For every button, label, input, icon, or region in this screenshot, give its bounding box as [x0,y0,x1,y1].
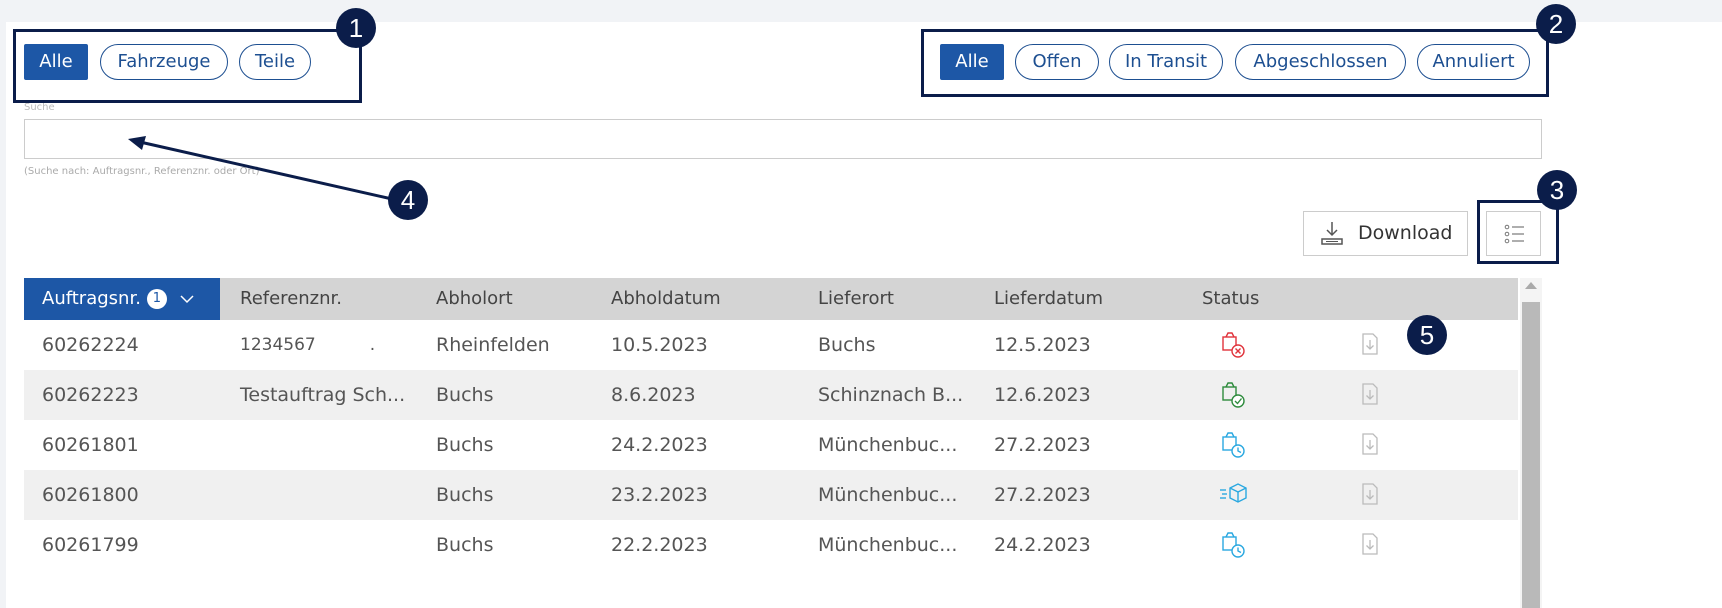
callout-badge-2: 2 [1536,4,1576,44]
callout-badge-3: 3 [1537,170,1577,210]
callout-arrow [128,136,393,201]
callout-badge-4: 4 [388,180,428,220]
callout-badge-5: 5 [1407,315,1447,355]
callout-badge-1: 1 [336,8,376,48]
